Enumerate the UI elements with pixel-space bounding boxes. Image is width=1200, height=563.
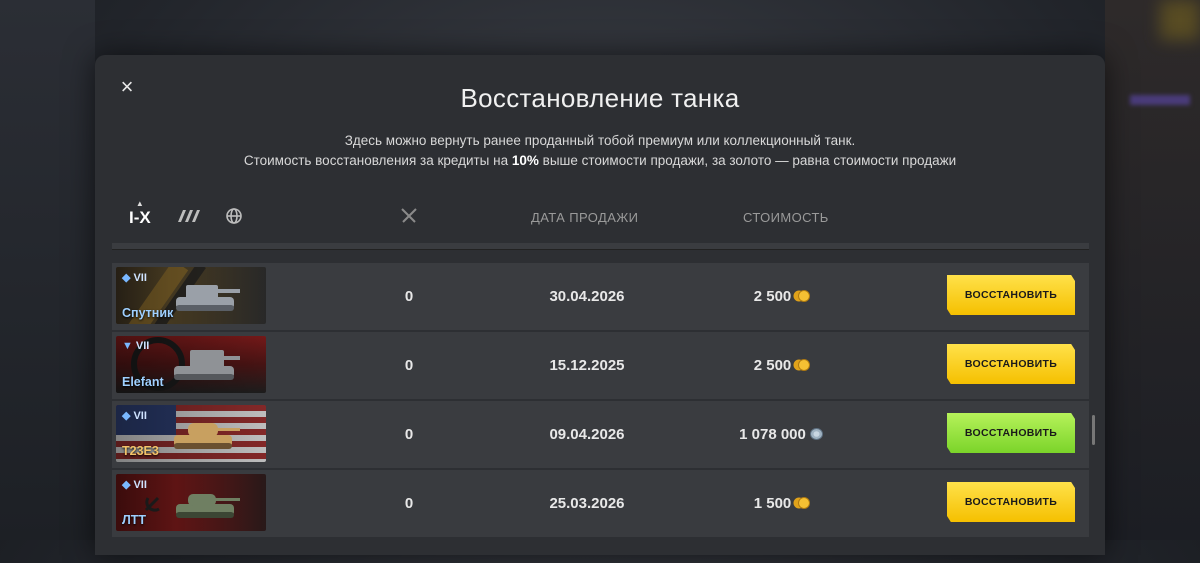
- list-item-partial: [112, 243, 1089, 250]
- list-item: ◆ VII ЛТТ 0 25.03.2026 1 500 ВОССТАНОВИТЬ: [112, 470, 1089, 537]
- tank-image: [176, 285, 240, 311]
- tier-filter[interactable]: ▲ I-X: [125, 199, 155, 228]
- tank-name: T23E3: [122, 444, 159, 458]
- list-item: ▼ VII Elefant 0 15.12.2025 2 500 ВОССТАНО…: [112, 332, 1089, 399]
- sale-date: 15.12.2025: [549, 357, 625, 374]
- battles-count: 0: [404, 288, 414, 305]
- tank-card: ◆ VII Спутник: [116, 267, 266, 324]
- cost-amount: 1 500: [753, 495, 792, 512]
- tank-name: ЛТТ: [122, 513, 147, 527]
- cost-amount: 2 500: [753, 288, 792, 305]
- date-column-header[interactable]: ДАТА ПРОДАЖИ: [531, 210, 638, 225]
- battles-count: 0: [404, 357, 414, 374]
- tank-name: Спутник: [122, 306, 174, 320]
- sale-date: 25.03.2026: [549, 495, 625, 512]
- crossed-swords-icon: [401, 208, 417, 223]
- tier-label: VII: [133, 479, 147, 491]
- cost-value: 1 078 000: [712, 401, 852, 468]
- credits-coin-icon: [809, 428, 823, 441]
- restore-button[interactable]: ВОССТАНОВИТЬ: [947, 482, 1075, 522]
- restore-button[interactable]: ВОССТАНОВИТЬ: [947, 275, 1075, 315]
- description-line-1: Здесь можно вернуть ранее проданный тобо…: [344, 133, 856, 148]
- tier-label: VII: [133, 272, 147, 284]
- cost-amount: 1 078 000: [739, 426, 806, 443]
- tank-image: [176, 494, 240, 518]
- description-line-2-end: выше стоимости продажи, за золото — равн…: [538, 153, 957, 168]
- cost-value: 1 500: [712, 470, 852, 537]
- tank-image: [174, 423, 240, 449]
- battles-column-header[interactable]: [400, 207, 418, 230]
- dialog-description: Здесь можно вернуть ранее проданный тобо…: [95, 131, 1105, 171]
- cost-column-header[interactable]: СТОИМОСТЬ: [743, 210, 829, 225]
- tank-list[interactable]: ◆ VII Спутник 0 30.04.2026 2 500 ВОССТАНО…: [112, 243, 1089, 563]
- vehicle-class-icon: ◆: [122, 410, 131, 422]
- nation-filter-icon[interactable]: [177, 209, 203, 228]
- description-percent: 10%: [511, 153, 539, 168]
- tank-tier: ▼ VII: [122, 340, 149, 352]
- battles-count: 0: [404, 426, 414, 443]
- restore-tank-dialog: × Восстановление танка Здесь можно верну…: [95, 55, 1105, 555]
- sale-date: 09.04.2026: [549, 426, 625, 443]
- vehicle-class-icon: ▼: [122, 340, 133, 352]
- tier-filter-label: I-X: [129, 208, 151, 227]
- description-line-2-start: Стоимость восстановления за кредиты на: [243, 153, 512, 168]
- gold-coin-icon: [793, 497, 811, 510]
- tank-card: ◆ VII ЛТТ: [116, 474, 266, 531]
- scrollbar[interactable]: [1092, 415, 1095, 445]
- vehicle-class-icon: ◆: [122, 272, 131, 284]
- cost-value: 2 500: [712, 332, 852, 399]
- background-right: [1105, 0, 1200, 540]
- tank-tier: ◆ VII: [122, 271, 147, 284]
- tank-tier: ◆ VII: [122, 478, 147, 491]
- background-accent: [1160, 0, 1200, 40]
- restore-button[interactable]: ВОССТАНОВИТЬ: [947, 344, 1075, 384]
- battles-count: 0: [404, 495, 414, 512]
- tier-label: VII: [133, 410, 147, 422]
- gold-coin-icon: [793, 359, 811, 372]
- tank-card: ▼ VII Elefant: [116, 336, 266, 393]
- sale-date: 30.04.2026: [549, 288, 625, 305]
- hammer-sickle-icon: [144, 496, 160, 512]
- list-item: ◆ VII Спутник 0 30.04.2026 2 500 ВОССТАНО…: [112, 263, 1089, 330]
- cost-amount: 2 500: [753, 357, 792, 374]
- list-item: ◆ VII T23E3 0 09.04.2026 1 078 000 ВОССТА…: [112, 401, 1089, 468]
- background-left: [0, 0, 95, 540]
- gold-coin-icon: [793, 290, 811, 303]
- globe-icon[interactable]: [225, 207, 243, 230]
- background-accent: [1130, 95, 1190, 105]
- description-line-2: Стоимость восстановления за кредиты на 1…: [95, 151, 1105, 171]
- tier-label: VII: [135, 340, 150, 352]
- tank-card: ◆ VII T23E3: [116, 405, 266, 462]
- tank-tier: ◆ VII: [122, 409, 147, 422]
- filter-bar: ▲ I-X: [125, 199, 243, 233]
- vehicle-class-icon: ◆: [122, 479, 131, 491]
- restore-button[interactable]: ВОССТАНОВИТЬ: [947, 413, 1075, 453]
- sort-caret-icon: ▲: [135, 199, 144, 208]
- cost-value: 2 500: [712, 263, 852, 330]
- tank-image: [174, 350, 240, 380]
- tank-name: Elefant: [122, 375, 164, 389]
- dialog-title: Восстановление танка: [460, 83, 740, 113]
